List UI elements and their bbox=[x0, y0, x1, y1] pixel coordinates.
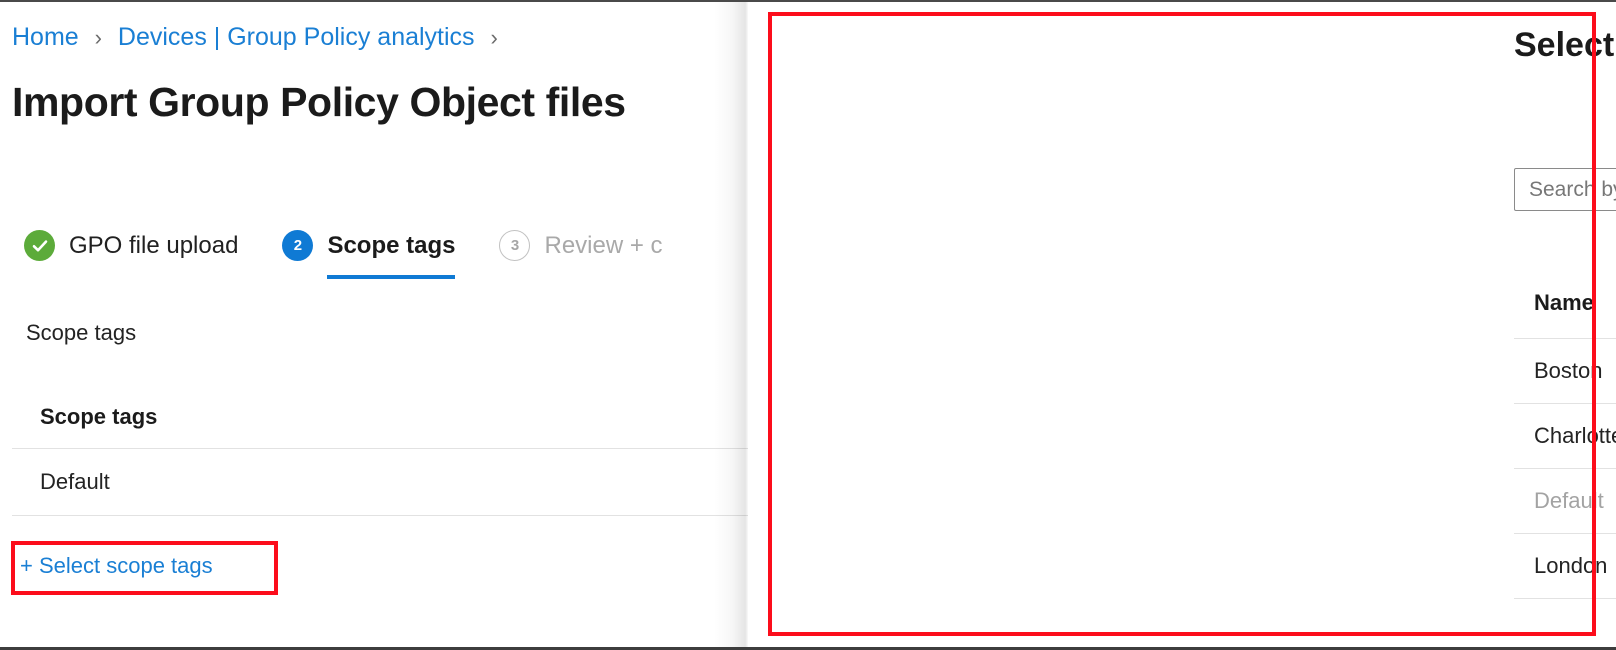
tag-row-charlotte[interactable]: Charlotte bbox=[1514, 404, 1616, 468]
select-scope-tags-link[interactable]: + Select scope tags bbox=[20, 553, 213, 579]
column-header-scope-tags: Scope tags bbox=[12, 400, 760, 448]
search-box[interactable] bbox=[1514, 168, 1616, 211]
step-number-badge: 2 bbox=[282, 230, 313, 261]
step-number-badge: 3 bbox=[499, 230, 530, 261]
wizard-step-scope-tags[interactable]: 2 Scope tags bbox=[282, 230, 455, 279]
divider bbox=[12, 515, 760, 516]
wizard-step-gpo-file-upload[interactable]: GPO file upload bbox=[24, 230, 238, 279]
screenshot-root: Home › Devices | Group Policy analytics … bbox=[0, 0, 1616, 650]
breadcrumb: Home › Devices | Group Policy analytics … bbox=[12, 22, 507, 53]
search-row: i bbox=[1514, 168, 1616, 211]
tag-row-boston[interactable]: Boston bbox=[1514, 339, 1616, 403]
tag-row-london[interactable]: London bbox=[1514, 534, 1616, 598]
check-circle-icon bbox=[24, 230, 55, 261]
page-title: Import Group Policy Object files bbox=[12, 74, 626, 130]
breadcrumb-separator-icon: › bbox=[95, 25, 102, 50]
tags-table: Name Boston Charlotte Default London bbox=[1514, 290, 1616, 599]
divider bbox=[1514, 598, 1616, 599]
panel-title: Select tags bbox=[1514, 24, 1616, 66]
table-row: Default bbox=[12, 449, 760, 515]
breadcrumb-separator-icon: › bbox=[491, 25, 498, 50]
wizard-step-label: Scope tags bbox=[327, 232, 455, 260]
section-caption: Scope tags bbox=[26, 320, 136, 346]
scope-tags-table: Scope tags Default bbox=[12, 400, 760, 516]
wizard-step-review-create[interactable]: 3 Review + c bbox=[499, 230, 662, 279]
wizard-steps: GPO file upload 2 Scope tags 3 Review + … bbox=[24, 230, 707, 290]
search-input[interactable] bbox=[1515, 169, 1616, 210]
wizard-page: Home › Devices | Group Policy analytics … bbox=[0, 2, 760, 647]
select-tags-panel: Select tags i Name Boston Charlot bbox=[748, 2, 1616, 647]
column-header-name: Name bbox=[1514, 290, 1616, 338]
tag-row-default: Default bbox=[1514, 469, 1616, 533]
wizard-step-label: GPO file upload bbox=[69, 232, 238, 260]
breadcrumb-item-devices[interactable]: Devices | Group Policy analytics bbox=[118, 23, 475, 51]
panel-shadow bbox=[714, 2, 748, 647]
active-step-underline bbox=[327, 275, 455, 279]
wizard-step-label: Review + c bbox=[544, 232, 662, 260]
breadcrumb-item-home[interactable]: Home bbox=[12, 23, 79, 51]
